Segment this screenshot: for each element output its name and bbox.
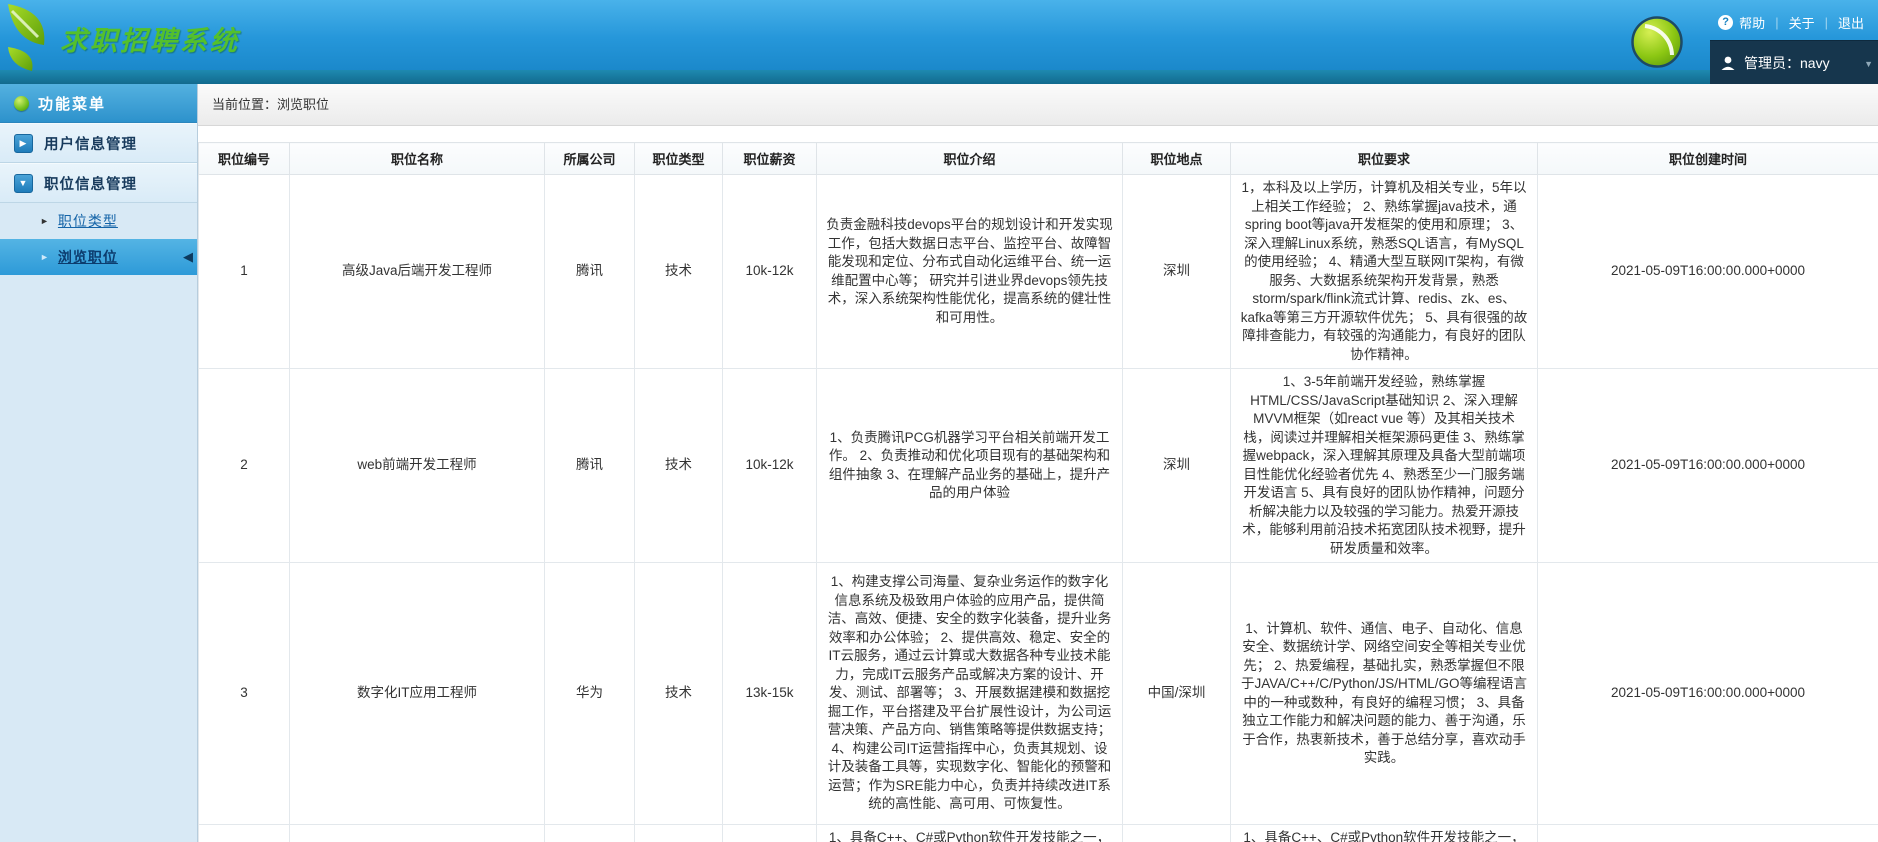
- table-row: 4 自动化控制工程师 华为 技术 13k-15k 1、具备C++、C#或Pyth…: [198, 824, 1878, 842]
- col-header-job-id: 职位编号: [198, 142, 290, 175]
- table-row: 2 web前端开发工程师 腾讯 技术 10k-12k 1、负责腾讯PCG机器学习…: [198, 368, 1878, 563]
- cell-job-id: 4: [198, 824, 290, 842]
- top-header: 求职招聘系统 ? 帮助 | 关于 | 退出 管理员：navy ▼: [0, 0, 1878, 85]
- cell-job-type: 技术: [634, 174, 723, 369]
- cell-salary: 13k-15k: [722, 824, 817, 842]
- cell-company: 腾讯: [544, 174, 635, 369]
- table-row: 3 数字化IT应用工程师 华为 技术 13k-15k 1、构建支撑公司海量、复杂…: [198, 562, 1878, 825]
- col-header-job-type: 职位类型: [634, 142, 723, 175]
- logout-link[interactable]: 退出: [1838, 13, 1864, 32]
- cell-intro: 1、具备C++、C#或Python软件开发技能之一，或者熟悉IEC61131-3…: [816, 824, 1123, 842]
- cell-job-type: 技术: [634, 368, 723, 563]
- user-icon: [1721, 56, 1735, 70]
- link-separator: |: [1775, 15, 1779, 30]
- col-header-salary: 职位薪资: [722, 142, 817, 175]
- cell-salary: 13k-15k: [722, 562, 817, 825]
- cell-job-id: 2: [198, 368, 290, 563]
- cell-job-name: 数字化IT应用工程师: [289, 562, 545, 825]
- cell-job-id: 3: [198, 562, 290, 825]
- col-header-company: 所属公司: [544, 142, 635, 175]
- jobs-table: 职位编号 职位名称 所属公司 职位类型 职位薪资 职位介绍 职位地点 职位要求 …: [198, 142, 1878, 842]
- cell-intro: 1、负责腾讯PCG机器学习平台相关前端开发工作。 2、负责推动和优化项目现有的基…: [816, 368, 1123, 563]
- sidebar-subitem-label[interactable]: 浏览职位: [58, 247, 118, 267]
- sidebar-subitem-browse-jobs[interactable]: ► 浏览职位 ◀: [0, 239, 197, 275]
- about-link[interactable]: 关于: [1789, 13, 1815, 32]
- expanded-arrow-icon: ▼: [14, 173, 33, 193]
- sidebar-title: 功能菜单: [38, 95, 107, 113]
- sidebar-subitem-job-type[interactable]: ► 职位类型: [0, 203, 197, 239]
- sidebar-subitem-label[interactable]: 职位类型: [58, 211, 118, 231]
- app-title: 求职招聘系统: [60, 25, 240, 57]
- col-header-created-time: 职位创建时间: [1537, 142, 1878, 175]
- sidebar-item-label: 用户信息管理: [44, 136, 137, 153]
- help-icon: ?: [1718, 15, 1734, 30]
- cell-job-name: web前端开发工程师: [289, 368, 545, 563]
- help-link[interactable]: 帮助: [1739, 13, 1765, 32]
- main-content: 当前位置：浏览职位 职位编号 职位名称 所属公司 职位类型 职位薪资 职位介绍 …: [198, 84, 1878, 842]
- link-separator: |: [1824, 15, 1828, 30]
- cell-company: 腾讯: [544, 368, 635, 563]
- breadcrumb: 当前位置：浏览职位: [198, 84, 1878, 126]
- admin-dropdown[interactable]: 管理员：navy ▼: [1710, 40, 1878, 85]
- cell-location: 中国/深圳: [1122, 562, 1231, 825]
- cell-company: 华为: [544, 562, 635, 825]
- sidebar-title-bar: 功能菜单: [0, 84, 197, 123]
- caret-down-icon[interactable]: ▼: [1864, 59, 1873, 69]
- cell-intro: 1、构建支撑公司海量、复杂业务运作的数字化信息系统及极致用户体验的应用产品，提供…: [816, 562, 1123, 825]
- cell-location: 深圳: [1122, 174, 1231, 369]
- sidebar-item-label: 职位信息管理: [44, 176, 137, 193]
- cell-location: 深圳: [1122, 368, 1231, 563]
- cell-job-type: 技术: [634, 824, 723, 842]
- cell-company: 华为: [544, 824, 635, 842]
- cell-location: 中国/深圳: [1122, 824, 1231, 842]
- cell-job-id: 1: [198, 174, 290, 369]
- table-row: 1 高级Java后端开发工程师 腾讯 技术 10k-12k 负责金融科技devo…: [198, 174, 1878, 369]
- cell-salary: 10k-12k: [722, 368, 817, 563]
- cell-created-time: 2021-05-09T16:00:00.000+0000: [1537, 824, 1878, 842]
- sidebar-item-job-info-management[interactable]: ▼ 职位信息管理: [0, 163, 197, 203]
- submenu-arrow-icon: ►: [40, 252, 50, 262]
- avatar[interactable]: [1630, 15, 1684, 69]
- cell-requirements: 1、计算机、软件、通信、电子、自动化、信息安全、数据统计学、网络空间安全等相关专…: [1230, 562, 1538, 825]
- col-header-intro: 职位介绍: [816, 142, 1123, 175]
- cell-requirements: 1、3-5年前端开发经验，熟练掌握HTML/CSS/JavaScript基础知识…: [1230, 368, 1538, 563]
- cell-job-name: 高级Java后端开发工程师: [289, 174, 545, 369]
- cell-created-time: 2021-05-09T16:00:00.000+0000: [1537, 174, 1878, 369]
- cell-job-type: 技术: [634, 562, 723, 825]
- admin-label: 管理员：navy: [1744, 55, 1830, 71]
- header-bottom-strip: [0, 70, 1878, 84]
- cell-intro: 负责金融科技devops平台的规划设计和开发实现工作，包括大数据日志平台、监控平…: [816, 174, 1123, 369]
- leaf-logo-icon: [8, 4, 45, 71]
- menu-gem-icon: [14, 95, 29, 111]
- col-header-location: 职位地点: [1122, 142, 1231, 175]
- submenu-arrow-icon: ►: [40, 216, 50, 226]
- col-header-job-name: 职位名称: [289, 142, 545, 175]
- app-logo: 求职招聘系统: [6, 3, 240, 73]
- cell-created-time: 2021-05-09T16:00:00.000+0000: [1537, 562, 1878, 825]
- cell-job-name: 自动化控制工程师: [289, 824, 545, 842]
- cell-salary: 10k-12k: [722, 174, 817, 369]
- col-header-requirements: 职位要求: [1230, 142, 1538, 175]
- header-links: ? 帮助 | 关于 | 退出: [1718, 13, 1874, 32]
- sidebar-item-user-info-management[interactable]: ▶ 用户信息管理: [0, 123, 197, 163]
- table-header-row: 职位编号 职位名称 所属公司 职位类型 职位薪资 职位介绍 职位地点 职位要求 …: [198, 142, 1878, 175]
- app-window: 求职招聘系统 ? 帮助 | 关于 | 退出 管理员：navy ▼ 功能菜单 ▶ …: [0, 0, 1878, 842]
- sidebar: 功能菜单 ▶ 用户信息管理 ▼ 职位信息管理 ► 职位类型 ► 浏览职位 ◀: [0, 84, 198, 842]
- collapsed-arrow-icon: ▶: [14, 133, 33, 153]
- selected-pointer-icon: ◀: [183, 249, 194, 264]
- cell-requirements: 1，本科及以上学历，计算机及相关专业，5年以上相关工作经验； 2、熟练掌握jav…: [1230, 174, 1538, 369]
- cell-requirements: 1、具备C++、C#或Python软件开发技能之一，或者熟悉IEC61131-3…: [1230, 824, 1538, 842]
- cell-created-time: 2021-05-09T16:00:00.000+0000: [1537, 368, 1878, 563]
